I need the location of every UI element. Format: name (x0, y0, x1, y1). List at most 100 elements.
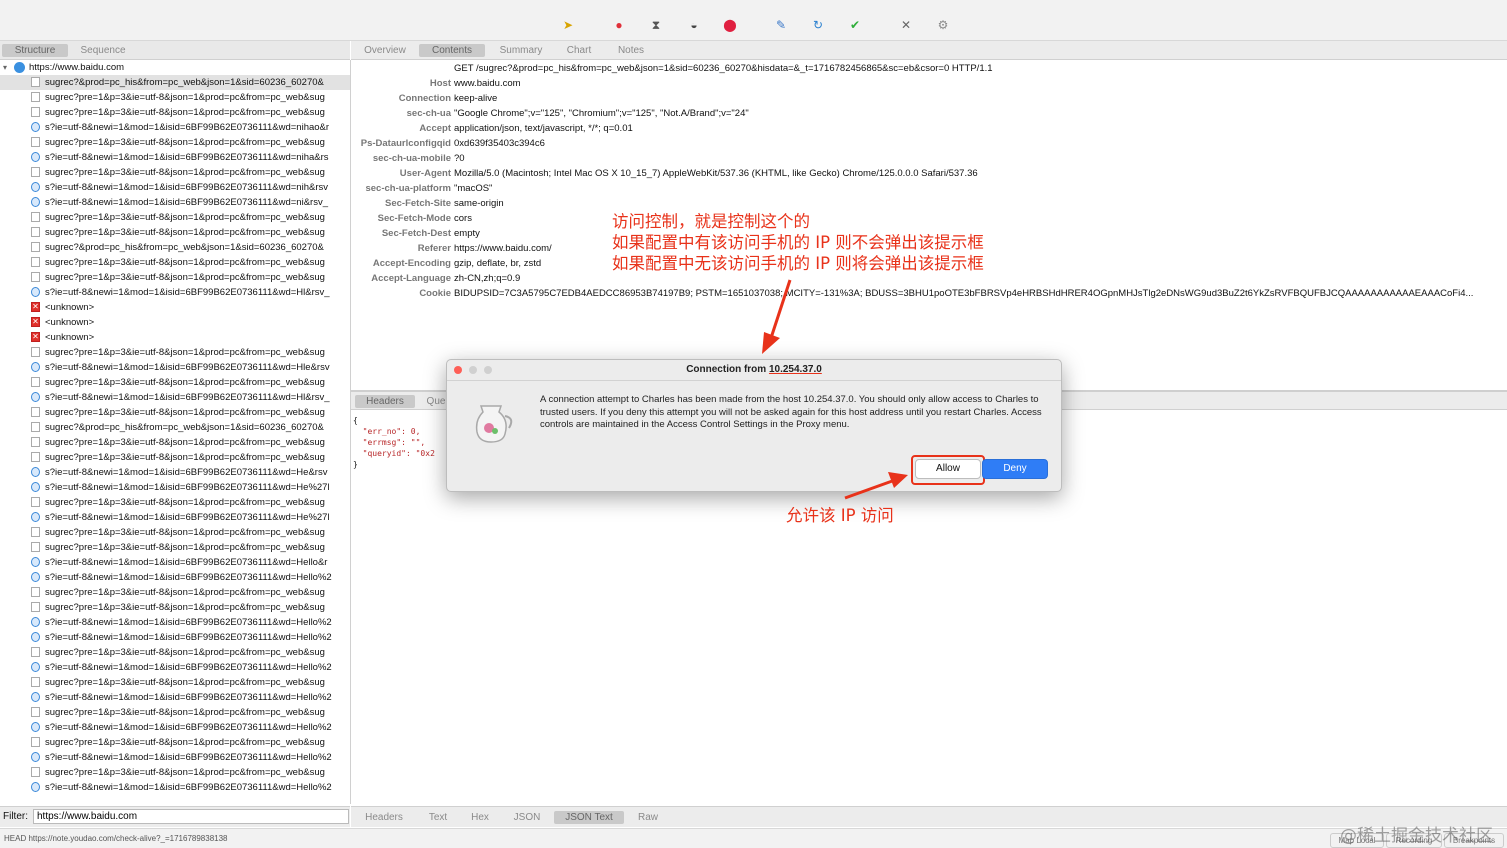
request-row[interactable]: sugrec?pre=1&p=3&ie=utf-8&json=1&prod=pc… (0, 645, 350, 660)
request-row-label: s?ie=utf-8&newi=1&mod=1&isid=6BF99B62E07… (45, 782, 332, 793)
request-row[interactable]: sugrec?pre=1&p=3&ie=utf-8&json=1&prod=pc… (0, 165, 350, 180)
request-row[interactable]: sugrec?pre=1&p=3&ie=utf-8&json=1&prod=pc… (0, 375, 350, 390)
request-row[interactable]: sugrec?pre=1&p=3&ie=utf-8&json=1&prod=pc… (0, 225, 350, 240)
request-row[interactable]: s?ie=utf-8&newi=1&mod=1&isid=6BF99B62E07… (0, 570, 350, 585)
request-row[interactable]: sugrec?pre=1&p=3&ie=utf-8&json=1&prod=pc… (0, 705, 350, 720)
request-row[interactable]: s?ie=utf-8&newi=1&mod=1&isid=6BF99B62E07… (0, 555, 350, 570)
request-row[interactable]: s?ie=utf-8&newi=1&mod=1&isid=6BF99B62E07… (0, 180, 350, 195)
request-row[interactable]: s?ie=utf-8&newi=1&mod=1&isid=6BF99B62E07… (0, 195, 350, 210)
request-row[interactable]: sugrec?pre=1&p=3&ie=utf-8&json=1&prod=pc… (0, 270, 350, 285)
request-row[interactable]: sugrec?pre=1&p=3&ie=utf-8&json=1&prod=pc… (0, 495, 350, 510)
annotation-line-3: 如果配置中无该访问手机的 IP 则将会弹出该提示框 (612, 254, 984, 273)
broom-icon[interactable]: ➤ (560, 17, 576, 33)
filter-input[interactable] (33, 809, 349, 824)
globe-icon (31, 287, 40, 297)
request-row[interactable]: sugrec?pre=1&p=3&ie=utf-8&json=1&prod=pc… (0, 255, 350, 270)
tab-raw[interactable]: Raw (633, 811, 663, 824)
filter-label: Filter: (3, 811, 28, 822)
tab-sequence[interactable]: Sequence (72, 44, 134, 57)
request-row-label: sugrec?pre=1&p=3&ie=utf-8&json=1&prod=pc… (45, 602, 325, 613)
request-row[interactable]: sugrec?pre=1&p=3&ie=utf-8&json=1&prod=pc… (0, 765, 350, 780)
tab-contents[interactable]: Contents (419, 44, 485, 57)
host-row[interactable]: ▾ https://www.baidu.com (0, 60, 350, 75)
throttle-icon[interactable]: ⧗ (648, 17, 664, 33)
request-row[interactable]: sugrec?pre=1&p=3&ie=utf-8&json=1&prod=pc… (0, 135, 350, 150)
request-row[interactable]: s?ie=utf-8&newi=1&mod=1&isid=6BF99B62E07… (0, 780, 350, 795)
request-row[interactable]: sugrec?pre=1&p=3&ie=utf-8&json=1&prod=pc… (0, 435, 350, 450)
header-key: Referer (417, 243, 451, 254)
tab-json-text[interactable]: JSON Text (554, 811, 624, 824)
tab-headers[interactable]: Headers (359, 811, 409, 824)
tab-hex[interactable]: Hex (463, 811, 497, 824)
tools-icon[interactable]: ✕ (898, 17, 914, 33)
request-row[interactable]: s?ie=utf-8&newi=1&mod=1&isid=6BF99B62E07… (0, 120, 350, 135)
tab-summary[interactable]: Summary (491, 44, 551, 57)
request-row[interactable]: s?ie=utf-8&newi=1&mod=1&isid=6BF99B62E07… (0, 390, 350, 405)
request-row[interactable]: sugrec?pre=1&p=3&ie=utf-8&json=1&prod=pc… (0, 450, 350, 465)
request-row[interactable]: s?ie=utf-8&newi=1&mod=1&isid=6BF99B62E07… (0, 630, 350, 645)
request-row[interactable]: sugrec?pre=1&p=3&ie=utf-8&json=1&prod=pc… (0, 735, 350, 750)
request-row[interactable]: s?ie=utf-8&newi=1&mod=1&isid=6BF99B62E07… (0, 690, 350, 705)
tab-text[interactable]: Text (421, 811, 455, 824)
request-row[interactable]: sugrec?pre=1&p=3&ie=utf-8&json=1&prod=pc… (0, 585, 350, 600)
pen-icon[interactable]: ✎ (773, 17, 789, 33)
close-icon[interactable] (454, 366, 462, 374)
request-row-label: s?ie=utf-8&newi=1&mod=1&isid=6BF99B62E07… (45, 617, 332, 628)
request-row-label: s?ie=utf-8&newi=1&mod=1&isid=6BF99B62E07… (45, 182, 328, 193)
request-row[interactable]: ✕ <unknown> (0, 300, 350, 315)
refresh-icon[interactable]: ↻ (810, 17, 826, 33)
request-row[interactable]: s?ie=utf-8&newi=1&mod=1&isid=6BF99B62E07… (0, 660, 350, 675)
deny-button[interactable]: Deny (982, 459, 1048, 479)
request-row[interactable]: s?ie=utf-8&newi=1&mod=1&isid=6BF99B62E07… (0, 750, 350, 765)
globe-icon (31, 512, 40, 522)
request-row[interactable]: sugrec?pre=1&p=3&ie=utf-8&json=1&prod=pc… (0, 210, 350, 225)
header-key: Ps-Dataurlconfigqid (360, 138, 451, 149)
request-row[interactable]: s?ie=utf-8&newi=1&mod=1&isid=6BF99B62E07… (0, 480, 350, 495)
request-row[interactable]: sugrec?&prod=pc_his&from=pc_web&json=1&s… (0, 240, 350, 255)
request-row-label: s?ie=utf-8&newi=1&mod=1&isid=6BF99B62E07… (45, 662, 332, 673)
request-row[interactable]: sugrec?pre=1&p=3&ie=utf-8&json=1&prod=pc… (0, 405, 350, 420)
request-row[interactable]: s?ie=utf-8&newi=1&mod=1&isid=6BF99B62E07… (0, 150, 350, 165)
check-icon[interactable]: ✔ (847, 17, 863, 33)
minimize-icon[interactable] (469, 366, 477, 374)
breakpoint-icon[interactable]: ⬤ (722, 17, 738, 33)
request-row-label: s?ie=utf-8&newi=1&mod=1&isid=6BF99B62E07… (45, 692, 332, 703)
tab-json[interactable]: JSON (507, 811, 547, 824)
globe-icon (31, 632, 40, 642)
json-line: } (353, 460, 358, 469)
request-row[interactable]: sugrec?pre=1&p=3&ie=utf-8&json=1&prod=pc… (0, 345, 350, 360)
tab-chart[interactable]: Chart (557, 44, 601, 57)
request-tree[interactable]: ▾ https://www.baidu.com sugrec?&prod=pc_… (0, 60, 351, 804)
request-row[interactable]: ✕ <unknown> (0, 315, 350, 330)
annotation-line-2: 如果配置中有该访问手机的 IP 则不会弹出该提示框 (612, 233, 984, 252)
request-row[interactable]: s?ie=utf-8&newi=1&mod=1&isid=6BF99B62E07… (0, 465, 350, 480)
request-row[interactable]: ✕ <unknown> (0, 330, 350, 345)
request-row-label: sugrec?pre=1&p=3&ie=utf-8&json=1&prod=pc… (45, 542, 325, 553)
request-row-label: sugrec?pre=1&p=3&ie=utf-8&json=1&prod=pc… (45, 707, 325, 718)
request-row[interactable]: s?ie=utf-8&newi=1&mod=1&isid=6BF99B62E07… (0, 285, 350, 300)
request-row[interactable]: sugrec?pre=1&p=3&ie=utf-8&json=1&prod=pc… (0, 525, 350, 540)
tab-overview[interactable]: Overview (357, 44, 413, 57)
header-row: sec-ch-ua "Google Chrome";v="125", "Chrom… (351, 106, 1507, 121)
tab-structure[interactable]: Structure (2, 44, 68, 57)
request-row[interactable]: sugrec?pre=1&p=3&ie=utf-8&json=1&prod=pc… (0, 540, 350, 555)
record-icon[interactable]: ● (611, 17, 627, 33)
request-row[interactable]: sugrec?&prod=pc_his&from=pc_web&json=1&s… (0, 75, 350, 90)
request-row[interactable]: s?ie=utf-8&newi=1&mod=1&isid=6BF99B62E07… (0, 360, 350, 375)
tab-notes[interactable]: Notes (607, 44, 655, 57)
zoom-icon[interactable] (484, 366, 492, 374)
request-row[interactable]: sugrec?pre=1&p=3&ie=utf-8&json=1&prod=pc… (0, 675, 350, 690)
request-row[interactable]: sugrec?pre=1&p=3&ie=utf-8&json=1&prod=pc… (0, 600, 350, 615)
request-row-label: sugrec?pre=1&p=3&ie=utf-8&json=1&prod=pc… (45, 737, 325, 748)
request-row[interactable]: sugrec?&prod=pc_his&from=pc_web&json=1&s… (0, 420, 350, 435)
request-row[interactable]: s?ie=utf-8&newi=1&mod=1&isid=6BF99B62E07… (0, 510, 350, 525)
settings-icon[interactable]: ⚙ (935, 17, 951, 33)
request-row[interactable]: sugrec?pre=1&p=3&ie=utf-8&json=1&prod=pc… (0, 105, 350, 120)
tab-response-headers[interactable]: Headers (355, 395, 415, 408)
request-row[interactable]: sugrec?pre=1&p=3&ie=utf-8&json=1&prod=pc… (0, 90, 350, 105)
disclosure-triangle-icon[interactable]: ▾ (3, 60, 7, 75)
turtle-icon[interactable]: ◒ (686, 17, 702, 33)
request-row[interactable]: s?ie=utf-8&newi=1&mod=1&isid=6BF99B62E07… (0, 615, 350, 630)
allow-highlight-box (911, 455, 985, 485)
request-row[interactable]: s?ie=utf-8&newi=1&mod=1&isid=6BF99B62E07… (0, 720, 350, 735)
